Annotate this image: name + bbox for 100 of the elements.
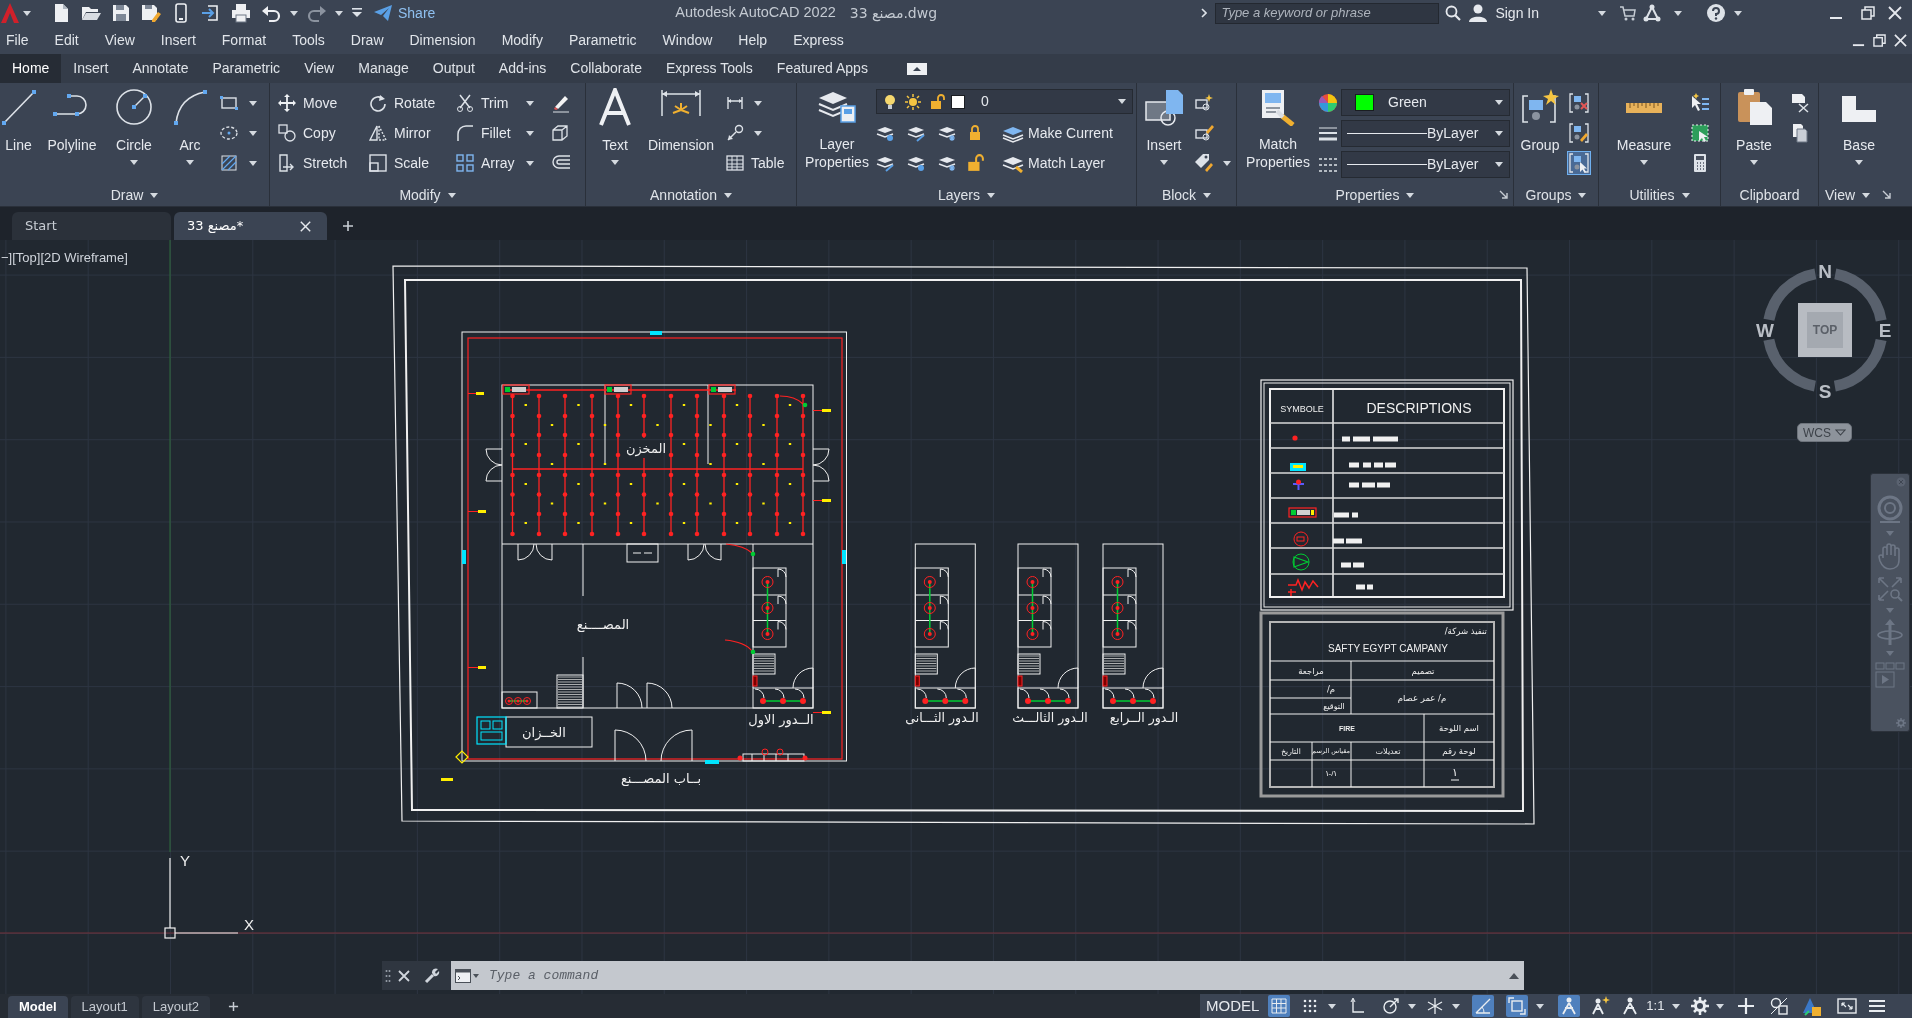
rectangle-icon[interactable] xyxy=(220,94,238,112)
triangle-nodes-icon[interactable] xyxy=(1643,4,1661,22)
pages-icon[interactable] xyxy=(1790,123,1810,143)
panel-title-button[interactable]: Draw xyxy=(110,184,159,206)
menu-item[interactable]: Help xyxy=(738,29,768,51)
panel-title-button[interactable]: Utilities xyxy=(1629,184,1690,206)
array-button[interactable]: Array xyxy=(456,152,515,174)
menu-item[interactable]: Parametric xyxy=(568,29,637,51)
layer-stack-icon[interactable] xyxy=(876,154,894,172)
command-input[interactable]: Type a command xyxy=(489,964,1509,987)
open-padlock-icon[interactable] xyxy=(966,154,984,172)
eraser-icon[interactable] xyxy=(551,93,571,113)
corner-arrow-icon[interactable] xyxy=(1499,190,1509,200)
restore-icon[interactable] xyxy=(1873,33,1886,47)
caret-icon[interactable] xyxy=(526,100,534,106)
line-button[interactable]: Line xyxy=(0,88,37,182)
linetype-dropdown[interactable]: ByLayer xyxy=(1341,120,1510,147)
caret-icon[interactable] xyxy=(249,100,257,106)
cart-icon[interactable] xyxy=(1620,5,1636,21)
panel-title-button[interactable]: Properties xyxy=(1335,184,1415,206)
menu-item[interactable]: Modify xyxy=(501,29,543,51)
command-line-field[interactable]: Type a command xyxy=(451,961,1524,990)
menu-item[interactable]: Insert xyxy=(160,29,196,51)
move-button[interactable]: Move xyxy=(278,88,369,118)
caret-icon[interactable] xyxy=(1716,1003,1725,1009)
curved-forward-arrow-icon[interactable] xyxy=(307,3,327,23)
sign-in-button[interactable]: Sign In xyxy=(1469,2,1539,24)
curved-back-arrow-icon[interactable] xyxy=(261,3,281,23)
arc-button[interactable]: Arc xyxy=(168,88,212,182)
menu-item[interactable]: Edit xyxy=(54,29,79,51)
question-mark-icon[interactable] xyxy=(1707,4,1725,22)
ellipse-icon[interactable] xyxy=(220,124,238,142)
up-triangle-icon[interactable] xyxy=(1509,972,1519,979)
layout-tab[interactable]: Layout2 xyxy=(141,996,211,1018)
caret-icon[interactable] xyxy=(249,160,257,166)
compass-label[interactable]: S xyxy=(1815,381,1835,403)
menu-item[interactable]: Format xyxy=(221,29,267,51)
caret-icon[interactable] xyxy=(526,160,534,166)
close-icon[interactable] xyxy=(300,220,311,232)
layer-stack-icon[interactable] xyxy=(907,154,925,172)
menu-item[interactable]: Draw xyxy=(350,29,384,51)
document-tab[interactable]: Start xyxy=(12,212,171,240)
offset-curves-icon[interactable] xyxy=(551,154,571,172)
triangle-box-icon[interactable] xyxy=(906,62,927,75)
layer-stack-icon[interactable] xyxy=(938,154,956,172)
viewport-controls[interactable]: −][Top][2D Wireframe] xyxy=(1,250,128,266)
panel-title-button[interactable]: Layers xyxy=(938,184,995,206)
menu-item[interactable]: Window xyxy=(662,29,713,51)
restore-icon[interactable] xyxy=(1861,6,1875,20)
person-star-icon[interactable] xyxy=(1589,995,1612,1017)
drawing-canvas[interactable] xyxy=(0,240,1912,994)
bracket-x-icon[interactable] xyxy=(1568,92,1590,114)
menu-item[interactable]: Dimension xyxy=(409,29,476,51)
insert-button[interactable]: Insert xyxy=(1139,88,1189,182)
ribbon-tab[interactable]: Add-ins xyxy=(486,54,559,83)
panel-title-button[interactable]: Groups xyxy=(1525,184,1587,206)
close-icon[interactable] xyxy=(1894,33,1907,47)
lineweight-dropdown[interactable]: ByLayer xyxy=(1341,151,1510,178)
match-properties-button[interactable]: Match Properties xyxy=(1240,88,1316,182)
ribbon-tab[interactable]: Parametric xyxy=(200,54,293,83)
shape-star-icon[interactable] xyxy=(1194,93,1214,113)
caret-icon[interactable] xyxy=(1223,160,1231,166)
caret-icon[interactable] xyxy=(1536,1003,1545,1009)
match-layer-button[interactable]: Match Layer xyxy=(1002,152,1106,174)
dimension-button[interactable]: Dimension xyxy=(641,88,721,182)
leader-icon[interactable] xyxy=(726,124,744,142)
floppy-pencil-icon[interactable] xyxy=(141,3,161,23)
caret-icon[interactable] xyxy=(754,130,762,136)
polyline-button[interactable]: Polyline xyxy=(41,88,103,182)
layout-tab[interactable]: Layout1 xyxy=(70,996,139,1018)
caret-icon[interactable] xyxy=(1328,1003,1337,1009)
corner-arrow-icon[interactable] xyxy=(1882,190,1892,200)
square-corners-icon[interactable] xyxy=(1506,995,1529,1017)
caret-icon[interactable] xyxy=(1598,10,1606,16)
grid-icon[interactable] xyxy=(1268,995,1291,1017)
paste-button[interactable]: Paste xyxy=(1728,88,1780,182)
wrench-icon[interactable] xyxy=(424,967,440,984)
bracket-cursor-icon[interactable] xyxy=(1568,152,1590,174)
ribbon-tab[interactable]: Express Tools xyxy=(653,54,765,83)
hatch-icon[interactable] xyxy=(220,154,238,172)
caret-icon[interactable] xyxy=(526,130,534,136)
fillet-button[interactable]: Fillet xyxy=(456,122,511,144)
compass-label[interactable]: W xyxy=(1755,320,1775,342)
rotate-button[interactable]: Rotate xyxy=(369,88,456,118)
annotation-scale-button[interactable]: 1:1 xyxy=(1646,996,1665,1016)
panel-title-button[interactable]: Annotation xyxy=(650,184,732,206)
printer-icon[interactable] xyxy=(231,3,251,23)
compass-label[interactable]: E xyxy=(1875,320,1895,342)
plus-icon[interactable] xyxy=(342,220,354,232)
caret-icon[interactable] xyxy=(754,100,762,106)
angle-icon[interactable] xyxy=(1472,995,1495,1017)
color-dropdown[interactable]: Green xyxy=(1341,89,1510,116)
panel-title-button[interactable]: View xyxy=(1825,184,1871,206)
group-button[interactable]: Group xyxy=(1515,88,1565,182)
model-space-button[interactable]: MODEL xyxy=(1206,994,1260,1018)
fullscreen-icon[interactable] xyxy=(1836,995,1859,1017)
caret-icon[interactable] xyxy=(23,10,31,16)
terminal-icon[interactable] xyxy=(455,968,479,983)
trim-button[interactable]: Trim xyxy=(456,92,509,114)
menu-item[interactable]: Express xyxy=(793,29,844,51)
